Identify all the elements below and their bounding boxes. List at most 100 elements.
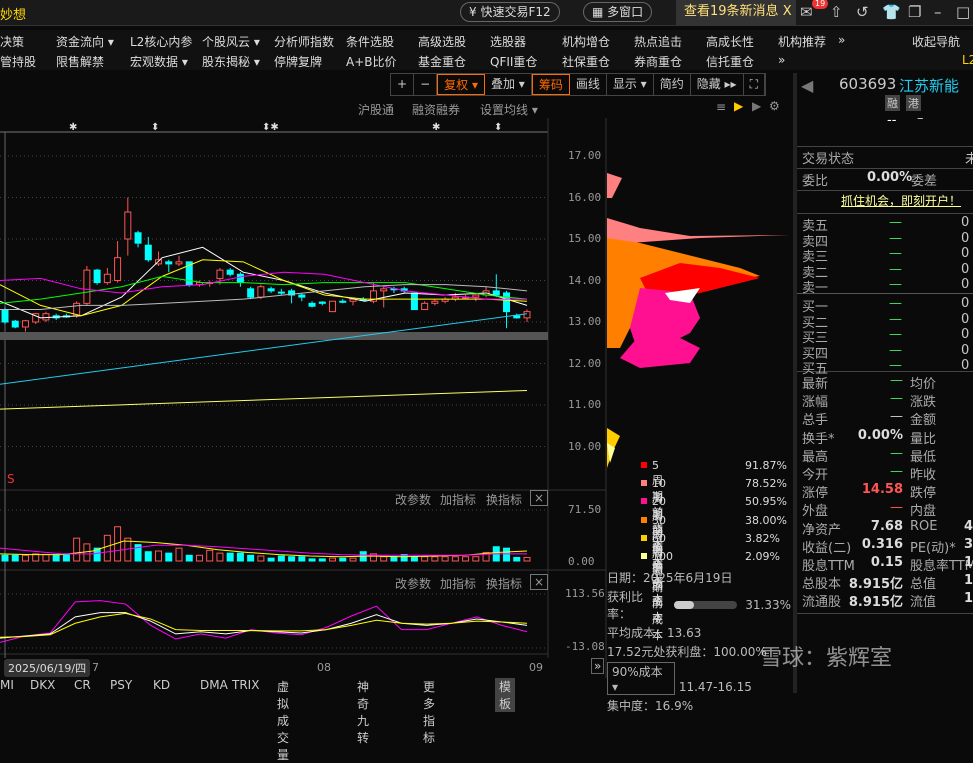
menu-item[interactable]: 股东揭秘 ▾ <box>202 53 260 70</box>
indicator-tab[interactable]: CR <box>74 678 91 692</box>
menu-item[interactable]: 宏观数据 ▾ <box>130 53 188 70</box>
multi-window-button[interactable]: ▦ 多窗口 <box>583 2 652 22</box>
app-title: 妙想 <box>0 4 26 23</box>
quote-value: 11 <box>964 591 973 606</box>
volume-bar <box>350 558 356 561</box>
adjust-button[interactable]: 复权 ▾ <box>437 74 485 95</box>
chips-button[interactable]: 筹码 <box>532 74 570 95</box>
vol-axis-max: 71.50 <box>568 503 601 516</box>
add-indicator-button[interactable]: 加指标 <box>440 491 476 508</box>
menu-item[interactable]: 停牌复牌 <box>274 53 322 70</box>
open-account-link[interactable]: 抓住机会，即刻开户！ <box>841 192 961 209</box>
menu-item[interactable]: 限售解禁 <box>56 53 104 70</box>
draw-button[interactable]: 画线 <box>570 74 607 95</box>
menu-item[interactable]: 决策 <box>0 33 24 50</box>
menu-item[interactable]: 基金重仓 <box>418 53 466 70</box>
close-indicator-button[interactable]: × <box>530 574 548 590</box>
legend-swatch <box>641 517 647 523</box>
menu-item[interactable]: » <box>838 33 845 47</box>
volume-bar <box>12 555 18 561</box>
set-ma-button[interactable]: 设置均线 ▾ <box>480 101 538 118</box>
menu-item[interactable]: A+B比价 <box>346 53 397 70</box>
vol-axis-min: 0.00 <box>568 555 595 568</box>
indicator-tab[interactable]: KD <box>153 678 170 692</box>
list-icon[interactable]: ≡ <box>716 100 726 114</box>
kd-line <box>0 613 527 637</box>
candle-body <box>258 287 264 297</box>
indicator-tab[interactable]: PSY <box>110 678 132 692</box>
menu-item[interactable]: 机构推荐 <box>778 33 826 50</box>
gear-icon[interactable]: ⚙ <box>769 99 780 113</box>
menu-item[interactable]: 个股风云 ▾ <box>202 33 260 50</box>
quote-value: — <box>890 446 903 461</box>
news-button[interactable]: 查看19条新消息 X <box>676 0 796 25</box>
change-params-button[interactable]: 改参数 <box>395 491 431 508</box>
play-next-icon[interactable]: ▶ <box>752 99 761 113</box>
event-marker: ✱ <box>69 122 77 133</box>
scroll-right-button[interactable]: » <box>591 658 604 674</box>
cost-select[interactable]: 90%成本 ▾ <box>607 662 675 695</box>
indicator-tab[interactable]: DMA <box>200 678 228 692</box>
maximize-icon[interactable]: □ <box>956 3 970 21</box>
title-bar: 妙想 ¥ 快速交易F12 ▦ 多窗口 查看19条新消息 X ✉ 19 ⇧ ↺ 👕… <box>0 0 973 26</box>
add-indicator-button[interactable]: 加指标 <box>440 575 476 592</box>
indicator-tab[interactable]: TRIX <box>232 678 259 692</box>
menu-item[interactable]: » <box>778 53 785 67</box>
indicator-tab[interactable]: 虚拟成交量 <box>277 678 289 763</box>
menu-item[interactable]: 分析师指数 <box>274 33 334 50</box>
menu-item[interactable]: 高成长性 <box>706 33 754 50</box>
menu-item[interactable]: 信托重仓 <box>706 53 754 70</box>
kd-line <box>0 601 527 643</box>
simple-button[interactable]: 简约 <box>654 74 691 95</box>
candle-body <box>278 292 284 293</box>
play-icon[interactable]: ▶ <box>734 99 743 113</box>
indicator-tab[interactable]: 神奇九转 <box>357 678 369 746</box>
restore-icon[interactable]: ❐ <box>908 3 921 21</box>
mail-icon[interactable]: ✉ <box>800 3 813 21</box>
menu-item[interactable]: 高级选股 <box>418 33 466 50</box>
collapse-arrow-icon[interactable]: ◀ <box>801 76 813 95</box>
indicator-tab[interactable]: MI <box>0 678 14 692</box>
indicator-tab[interactable]: 更多指标 <box>423 678 435 746</box>
menu-item[interactable]: 券商重仓 <box>634 53 682 70</box>
menu-item[interactable]: 社保重仓 <box>562 53 610 70</box>
change-params-button[interactable]: 改参数 <box>395 575 431 592</box>
price-axis-label: 12.00 <box>568 357 601 370</box>
quick-trade-button[interactable]: ¥ 快速交易F12 <box>460 2 560 22</box>
menu-item[interactable]: L2核心内参 <box>130 33 192 50</box>
close-icon[interactable]: X <box>783 4 792 19</box>
indicator-tab[interactable]: DKX <box>30 678 55 692</box>
menu-item[interactable]: 收起导航 <box>912 33 960 50</box>
menu-item[interactable]: L2 <box>962 53 973 67</box>
shirt-icon[interactable]: 👕 <box>882 3 901 21</box>
switch-indicator-button[interactable]: 换指标 <box>486 491 522 508</box>
switch-indicator-button[interactable]: 换指标 <box>486 575 522 592</box>
minimize-icon[interactable]: – <box>934 3 942 21</box>
quote-label: 总手 <box>802 409 828 428</box>
overlay-button[interactable]: 叠加 ▾ <box>485 74 532 95</box>
quote-value: 1 <box>964 555 973 570</box>
menu-item[interactable]: QFII重仓 <box>490 53 537 70</box>
margin-link[interactable]: 融资融券 <box>412 101 460 118</box>
hide-button[interactable]: 隐藏 ▸▸ <box>691 74 744 95</box>
close-indicator-button[interactable]: × <box>530 490 548 506</box>
hk-connect-link[interactable]: 沪股通 <box>358 101 394 118</box>
order-volume: 0 <box>961 246 969 261</box>
menu-item[interactable]: 选股器 <box>490 33 526 50</box>
menu-item[interactable]: 热点追击 <box>634 33 682 50</box>
undo-icon[interactable]: ↺ <box>856 3 869 21</box>
order-volume: 0 <box>961 296 969 311</box>
menu-item[interactable]: 管持股 <box>0 53 36 70</box>
upload-icon[interactable]: ⇧ <box>830 3 843 21</box>
menu-item[interactable]: 机构增仓 <box>562 33 610 50</box>
legend-value: 78.52% <box>745 477 787 490</box>
indicator-tab[interactable]: 模板 <box>495 678 515 712</box>
fullscreen-button[interactable]: ⛶ <box>744 74 765 95</box>
display-button[interactable]: 显示 ▾ <box>607 74 654 95</box>
zoom-out-button[interactable]: − <box>414 74 437 95</box>
news-label: 查看19条新消息 <box>684 4 779 19</box>
menu-item[interactable]: 条件选股 <box>346 33 394 50</box>
zoom-in-button[interactable]: + <box>391 74 414 95</box>
x-tick: 09 <box>529 661 543 674</box>
menu-item[interactable]: 资金流向 ▾ <box>56 33 114 50</box>
